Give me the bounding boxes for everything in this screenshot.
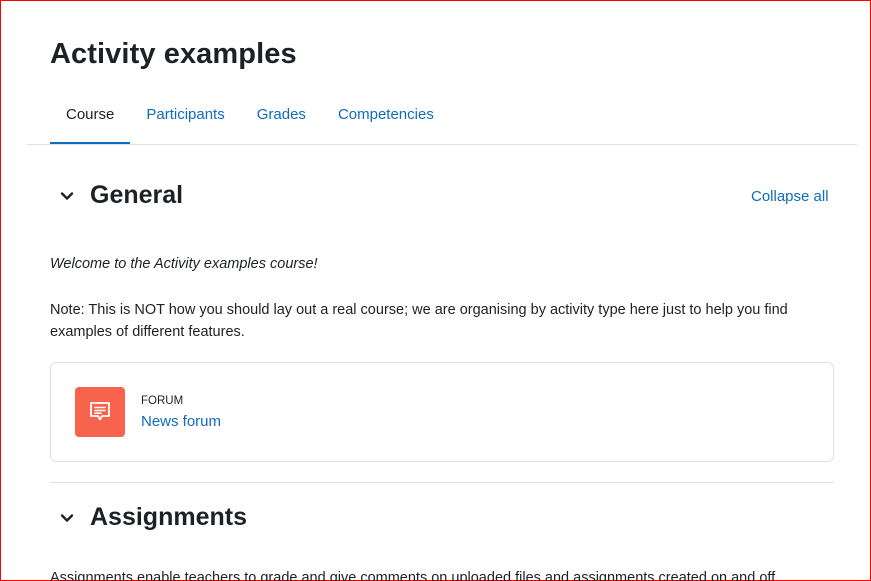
note-text: Note: This is NOT how you should lay out… — [50, 302, 788, 340]
chevron-down-icon[interactable] — [55, 184, 79, 208]
screenshot-frame — [0, 0, 871, 581]
collapse-all-link[interactable]: Collapse all — [751, 188, 829, 205]
course-tabs: Course Participants Grades Competencies — [50, 92, 450, 145]
activity-card-news-forum: FORUM News forum — [50, 362, 834, 462]
chevron-down-icon[interactable] — [55, 506, 79, 530]
forum-icon[interactable] — [75, 387, 125, 437]
section-header-assignments: Assignments — [55, 503, 247, 532]
section-title-assignments: Assignments — [90, 503, 247, 531]
assignments-description: Assignments enable teachers to grade and… — [50, 570, 776, 581]
tab-participants[interactable]: Participants — [130, 92, 240, 145]
activity-type-label: FORUM — [141, 395, 184, 407]
section-header-general: General — [55, 181, 183, 210]
welcome-text: Welcome to the Activity examples course! — [50, 256, 318, 272]
section-divider — [50, 482, 834, 483]
page-title: Activity examples — [50, 38, 297, 70]
tabs-divider — [27, 144, 857, 145]
tab-grades[interactable]: Grades — [241, 92, 322, 145]
tab-competencies[interactable]: Competencies — [322, 92, 450, 145]
tab-course[interactable]: Course — [50, 92, 131, 145]
activity-link-news-forum[interactable]: News forum — [141, 413, 221, 430]
section-title-general: General — [90, 181, 184, 209]
